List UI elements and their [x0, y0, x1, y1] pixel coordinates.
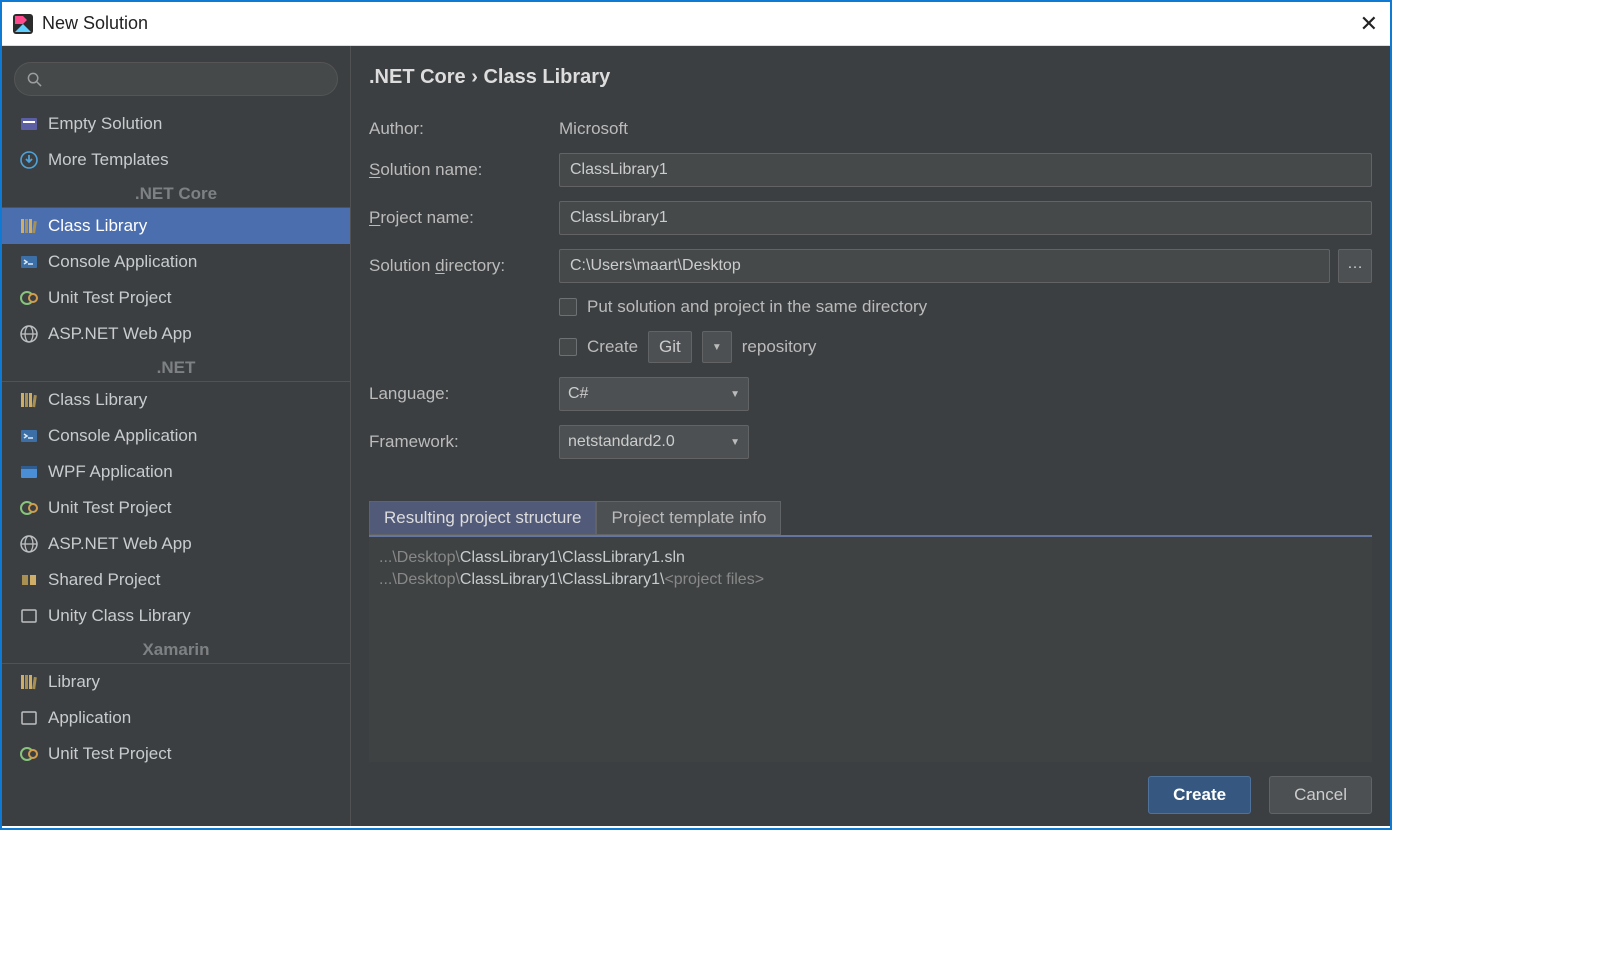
same-dir-label: Put solution and project in the same dir… [587, 297, 927, 317]
group-header-netcore: .NET Core [2, 180, 350, 208]
search-icon [27, 72, 42, 87]
sidebar-item-empty-solution[interactable]: Empty Solution [2, 106, 350, 142]
repo-type-dropdown[interactable]: ▼ [702, 331, 732, 363]
sidebar-item-aspnet[interactable]: ASP.NET Web App [2, 316, 350, 352]
structure-panel: ...\Desktop\ClassLibrary1\ClassLibrary1.… [369, 535, 1372, 762]
sidebar-item-label: Shared Project [48, 570, 160, 590]
unity-icon [20, 607, 38, 625]
sidebar-item-label: Console Application [48, 426, 197, 446]
sidebar-item-label: ASP.NET Web App [48, 324, 192, 344]
app-icon [20, 709, 38, 727]
tab-structure[interactable]: Resulting project structure [369, 501, 596, 535]
cancel-button[interactable]: Cancel [1269, 776, 1372, 814]
sidebar-item-label: Unit Test Project [48, 288, 171, 308]
author-value: Microsoft [559, 119, 628, 139]
console-icon [20, 427, 38, 445]
language-select[interactable]: C#▼ [559, 377, 749, 411]
sidebar-item-console-app-net[interactable]: Console Application [2, 418, 350, 454]
sidebar-item-label: Unity Class Library [48, 606, 191, 626]
window-title: New Solution [42, 13, 1360, 34]
sidebar-item-label: Unit Test Project [48, 744, 171, 764]
sidebar-item-label: Class Library [48, 390, 147, 410]
title-bar: New Solution ✕ [2, 2, 1390, 46]
main-panel: .NET Core › Class Library Author: Micros… [350, 46, 1390, 826]
wpf-icon [20, 463, 38, 481]
create-repo-pre: Create [587, 337, 638, 357]
sidebar: Empty Solution More Templates .NET Core … [2, 46, 350, 826]
group-header-net: .NET [2, 354, 350, 382]
solution-name-label: Solution name: [369, 160, 559, 180]
author-label: Author: [369, 119, 559, 139]
same-dir-checkbox[interactable] [559, 298, 577, 316]
solution-icon [20, 115, 38, 133]
close-icon[interactable]: ✕ [1360, 11, 1378, 37]
sidebar-item-more-templates[interactable]: More Templates [2, 142, 350, 178]
sidebar-item-xam-test[interactable]: Unit Test Project [2, 736, 350, 772]
sidebar-item-label: Library [48, 672, 100, 692]
books-icon [20, 391, 38, 409]
sidebar-item-label: Application [48, 708, 131, 728]
project-name-label: Project name: [369, 208, 559, 228]
group-header-xamarin: Xamarin [2, 636, 350, 664]
breadcrumb: .NET Core › Class Library [369, 66, 1372, 89]
browse-button[interactable]: … [1338, 249, 1372, 283]
sidebar-item-unit-test-net[interactable]: Unit Test Project [2, 490, 350, 526]
rider-logo-icon [12, 13, 34, 35]
sidebar-item-aspnet-net[interactable]: ASP.NET Web App [2, 526, 350, 562]
sidebar-item-unit-test[interactable]: Unit Test Project [2, 280, 350, 316]
sidebar-item-class-library[interactable]: Class Library [2, 208, 350, 244]
chevron-down-icon: ▼ [730, 437, 740, 448]
sidebar-item-xam-app[interactable]: Application [2, 700, 350, 736]
books-icon [20, 217, 38, 235]
repo-type-value: Git [648, 331, 692, 363]
create-repo-post: repository [742, 337, 817, 357]
sidebar-item-label: Empty Solution [48, 114, 162, 134]
books-icon [20, 673, 38, 691]
download-icon [20, 151, 38, 169]
sidebar-item-class-library-net[interactable]: Class Library [2, 382, 350, 418]
framework-select[interactable]: netstandard2.0▼ [559, 425, 749, 459]
create-button[interactable]: Create [1148, 776, 1251, 814]
sidebar-item-wpf[interactable]: WPF Application [2, 454, 350, 490]
sidebar-item-unity[interactable]: Unity Class Library [2, 598, 350, 634]
web-icon [20, 325, 38, 343]
search-input[interactable] [14, 62, 338, 96]
console-icon [20, 253, 38, 271]
sidebar-item-label: ASP.NET Web App [48, 534, 192, 554]
chevron-down-icon: ▼ [730, 389, 740, 400]
framework-label: Framework: [369, 432, 559, 452]
sidebar-item-label: Console Application [48, 252, 197, 272]
sidebar-item-label: WPF Application [48, 462, 173, 482]
web-icon [20, 535, 38, 553]
create-repo-checkbox[interactable] [559, 338, 577, 356]
solution-dir-input[interactable] [559, 249, 1330, 283]
solution-dir-label: Solution directory: [369, 256, 559, 276]
shared-icon [20, 571, 38, 589]
test-icon [20, 745, 38, 763]
sidebar-item-label: Unit Test Project [48, 498, 171, 518]
sidebar-item-xam-library[interactable]: Library [2, 664, 350, 700]
sidebar-item-label: Class Library [48, 216, 147, 236]
language-label: Language: [369, 384, 559, 404]
sidebar-item-console-app[interactable]: Console Application [2, 244, 350, 280]
sidebar-item-label: More Templates [48, 150, 169, 170]
tab-template-info[interactable]: Project template info [596, 501, 781, 535]
sidebar-item-shared[interactable]: Shared Project [2, 562, 350, 598]
test-icon [20, 499, 38, 517]
chevron-down-icon: ▼ [712, 342, 722, 353]
test-icon [20, 289, 38, 307]
project-name-input[interactable] [559, 201, 1372, 235]
solution-name-input[interactable] [559, 153, 1372, 187]
